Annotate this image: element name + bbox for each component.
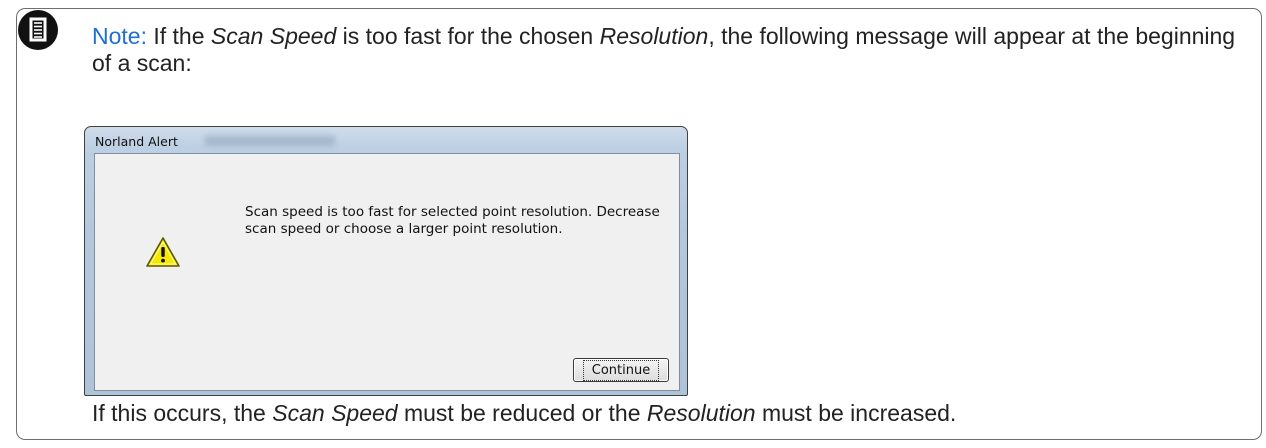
note-paragraph: Note: If the Scan Speed is too fast for … [92,23,1252,77]
note-box: Note: If the Scan Speed is too fast for … [16,8,1262,440]
warning-icon [145,236,181,273]
footer-text-2: must be reduced or the [397,400,647,426]
note-em-scan-speed: Scan Speed [210,23,337,49]
title-blur [205,136,335,146]
footer-text-1: If this occurs, the [92,400,273,426]
dialog-title: Norland Alert [95,134,178,149]
note-text-2: is too fast for the chosen [336,23,600,49]
norland-alert-dialog: Norland Alert Scan speed is too fast for… [84,126,688,396]
continue-button[interactable]: Continue [573,358,669,382]
document-note-icon [18,10,58,50]
dialog-message: Scan speed is too fast for selected poin… [245,204,660,237]
footer-em-scan-speed: Scan Speed [272,400,398,426]
note-label: Note: [92,23,147,49]
continue-button-label: Continue [582,359,660,381]
footer-text-3: must be increased. [755,400,957,426]
footer-em-resolution: Resolution [646,400,756,426]
footer-paragraph: If this occurs, the Scan Speed must be r… [92,400,1252,427]
note-em-resolution: Resolution [599,23,709,49]
dialog-client-area: Scan speed is too fast for selected poin… [94,153,680,391]
note-text-1: If the [146,23,211,49]
